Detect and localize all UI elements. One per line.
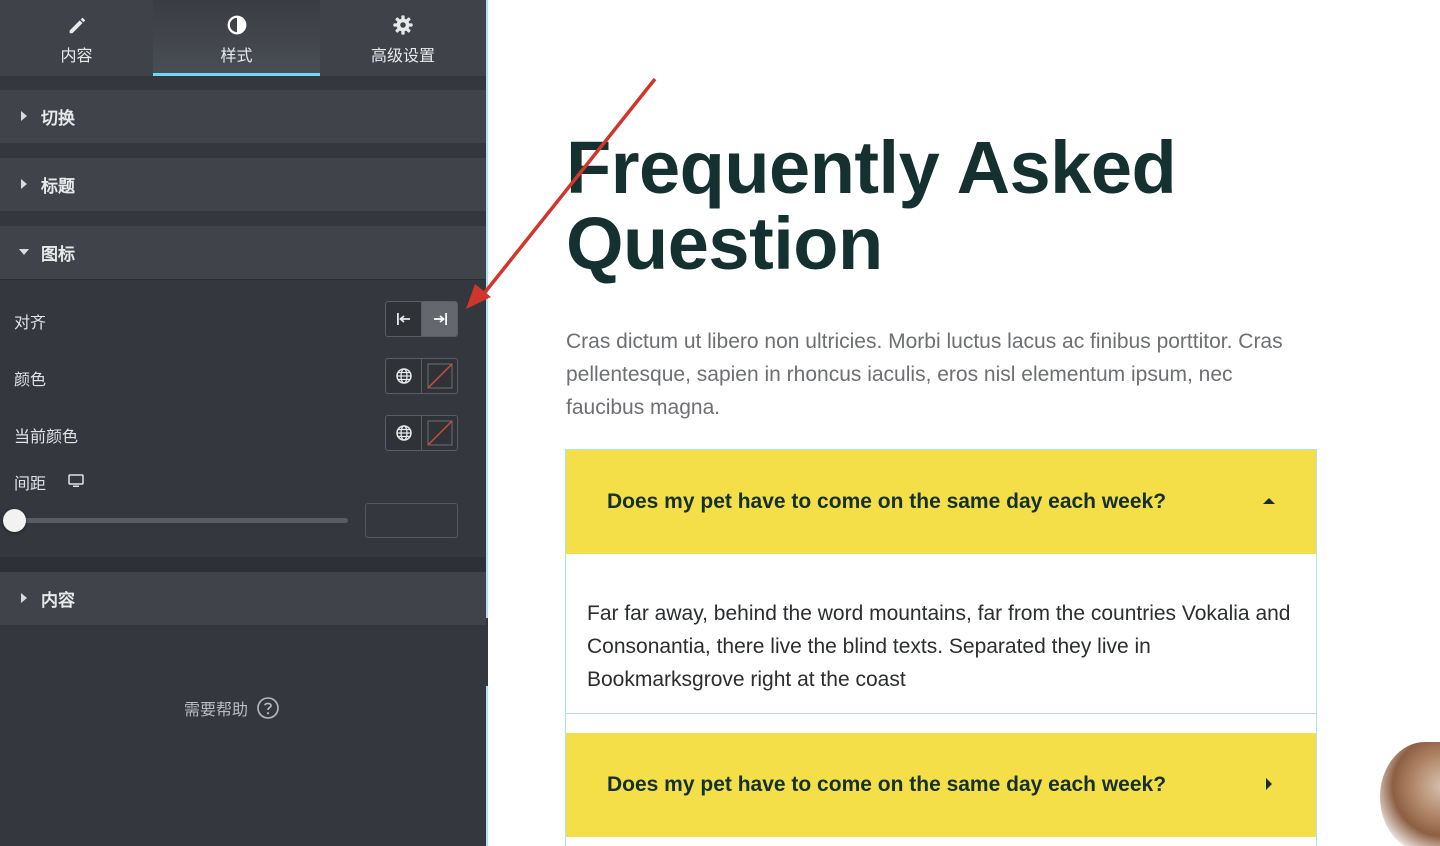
align-right-icon	[433, 313, 447, 325]
spacing-slider-handle[interactable]	[3, 509, 26, 532]
section-divider	[0, 279, 486, 280]
tab-style[interactable]: 样式	[153, 0, 320, 76]
align-right-button[interactable]	[421, 302, 457, 336]
tab-label: 内容	[60, 46, 93, 65]
section-title: 切换	[41, 109, 75, 129]
section-title: 标题	[41, 177, 75, 197]
color-label: 颜色	[14, 370, 47, 389]
faq-description: Cras dictum ut libero non ultricies. Mor…	[566, 330, 1283, 419]
caret-right-icon	[21, 111, 27, 121]
tab-label: 样式	[220, 46, 253, 65]
section-title: 内容	[41, 591, 75, 611]
color-picker-swatch[interactable]	[421, 359, 457, 393]
faq-heading: Frequently Asked Question	[566, 130, 1286, 282]
pencil-icon	[69, 17, 85, 34]
settings-panel: 内容 样式 高级设置 切换 标题 图标 对齐 颜色 当前颜色 间距 内容 需要帮…	[0, 0, 486, 846]
editor-screen: 内容 样式 高级设置 切换 标题 图标 对齐 颜色 当前颜色 间距 内容 需要帮…	[0, 0, 1440, 846]
section-title: 图标	[41, 245, 75, 265]
gear-icon	[393, 15, 413, 35]
caret-down-icon	[19, 249, 29, 255]
tab-advanced[interactable]: 高级设置	[320, 0, 486, 76]
panel-tabs: 内容 样式 高级设置	[0, 0, 486, 76]
desktop-icon[interactable]	[68, 474, 84, 488]
spacing-label: 间距	[14, 474, 47, 493]
answer-text: Far far away, behind the word mountains,…	[587, 602, 1291, 691]
help-label: 需要帮助	[184, 700, 249, 719]
caret-up-icon	[1263, 498, 1275, 504]
section-gap	[0, 557, 486, 572]
accordion-item-header[interactable]: Does my pet have to come on the same day…	[566, 733, 1316, 837]
no-color-icon	[426, 363, 453, 389]
faq-accordion: Does my pet have to come on the same day…	[565, 449, 1317, 846]
global-color-button[interactable]	[386, 359, 421, 393]
question-text: Does my pet have to come on the same day…	[607, 773, 1167, 796]
tab-label: 高级设置	[370, 46, 435, 65]
section-title-style[interactable]: 标题	[0, 158, 486, 211]
accordion-item-content: Far far away, behind the word mountains,…	[566, 554, 1316, 714]
tab-content[interactable]: 内容	[0, 0, 153, 76]
section-toggle[interactable]: 切换	[0, 90, 486, 143]
accordion-item-header[interactable]: Does my pet have to come on the same day…	[566, 450, 1316, 554]
spacing-input[interactable]	[365, 503, 458, 538]
align-control	[385, 301, 458, 337]
contrast-icon	[227, 15, 246, 35]
question-text: Does my pet have to come on the same day…	[607, 490, 1167, 513]
faq-heading-line: Question	[566, 202, 883, 285]
caret-right-icon	[21, 179, 27, 189]
caret-right-icon	[21, 593, 27, 603]
page-preview: Frequently Asked Question Cras dictum ut…	[488, 0, 1440, 846]
globe-icon	[395, 425, 412, 441]
faq-heading-line: Frequently Asked	[566, 126, 1177, 209]
globe-icon	[395, 368, 412, 384]
align-left-button[interactable]	[386, 302, 421, 336]
no-color-icon	[426, 420, 453, 446]
caret-right-icon	[1266, 778, 1272, 790]
active-color-control	[385, 415, 458, 451]
pet-photo	[1380, 742, 1440, 846]
active-color-label: 当前颜色	[14, 427, 79, 446]
spacing-slider[interactable]	[14, 518, 348, 523]
section-icon[interactable]: 图标	[0, 226, 486, 279]
global-active-color-button[interactable]	[386, 416, 421, 450]
active-color-picker-swatch[interactable]	[421, 416, 457, 450]
align-left-icon	[396, 313, 410, 325]
question-circle-icon	[257, 697, 279, 719]
color-control	[385, 358, 458, 394]
align-label: 对齐	[14, 313, 47, 332]
section-content-style[interactable]: 内容	[0, 572, 486, 625]
help-link[interactable]: 需要帮助	[184, 696, 280, 720]
